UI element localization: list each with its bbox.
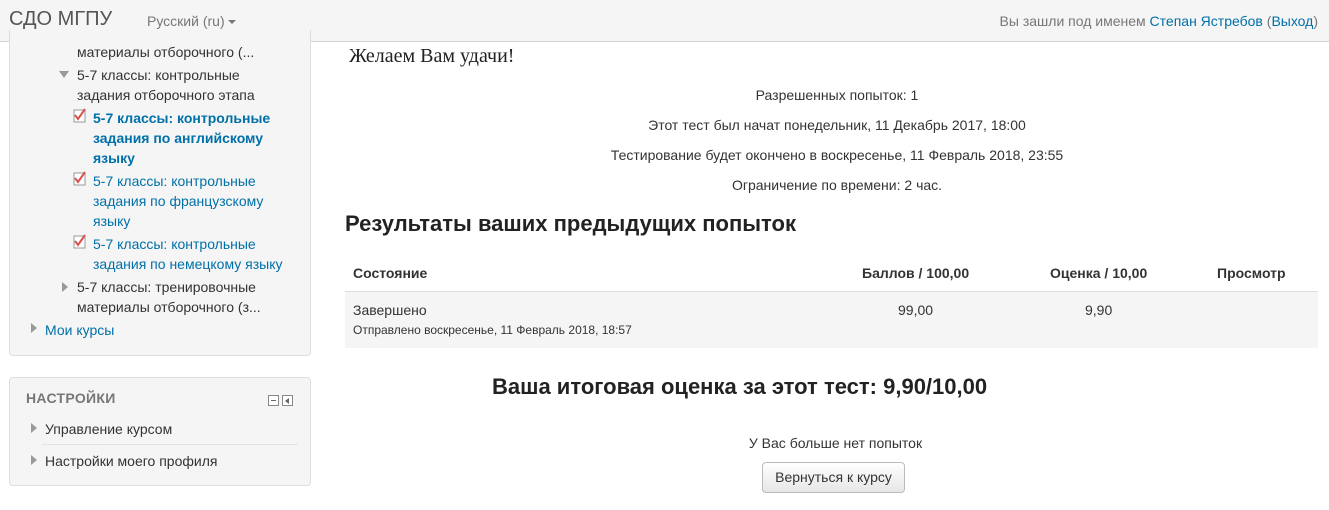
nav-quiz-french-line1: 5-7 классы: контрольные <box>93 173 256 189</box>
nav-quiz-english-line2: задания по английскому <box>93 130 264 146</box>
language-menu[interactable]: Русский (ru) <box>147 13 236 29</box>
login-info: Вы зашли под именем Степан Ястребов (Вых… <box>1000 13 1318 29</box>
nav-quiz-german-line2: задания по немецкому языку <box>93 256 283 272</box>
chevron-down-icon <box>227 20 236 25</box>
collapsed-arrow-icon[interactable] <box>31 423 37 433</box>
quiz-intro-text: Желаем Вам удачи! <box>349 45 515 67</box>
table-row: Завершено Отправлено воскресенье, 11 Фев… <box>345 292 1318 348</box>
site-brand[interactable]: СДО МГПУ <box>9 8 112 31</box>
language-label: Русский (ru) <box>147 13 225 29</box>
nav-quiz-english[interactable]: 5-7 классы: контрольные задания по англи… <box>93 108 270 168</box>
results-heading: Результаты ваших предыдущих попыток <box>345 211 796 236</box>
nav-section-training-materials[interactable]: 5-7 классы: тренировочные материалы отбо… <box>77 277 261 317</box>
quiz-open-date: Этот тест был начат понедельник, 11 Дека… <box>648 117 1026 133</box>
column-header-grade: Оценка / 10,00 <box>1050 265 1148 281</box>
quiz-icon <box>73 171 86 186</box>
block-dock-icon[interactable] <box>282 395 293 406</box>
divider <box>42 444 298 445</box>
final-grade-text: Ваша итоговая оценка за этот тест: 9,90/… <box>492 374 988 399</box>
nav-item-training-materials-partial[interactable]: материалы отборочного (... <box>77 42 254 62</box>
nav-my-courses[interactable]: Мои курсы <box>45 320 114 340</box>
nav-section-training-line2: материалы отборочного (з... <box>77 299 261 315</box>
block-minimize-icon[interactable] <box>268 395 279 406</box>
nav-quiz-french-line3: языку <box>93 213 131 229</box>
collapsed-arrow-icon[interactable] <box>31 455 37 465</box>
settings-block: НАСТРОЙКИ Управление курсом Настройки мо… <box>9 377 311 486</box>
nav-section-control-tasks[interactable]: 5-7 классы: контрольные задания отборочн… <box>77 65 255 105</box>
attempts-allowed: Разрешенных попыток: 1 <box>755 87 919 103</box>
time-limit: Ограничение по времени: 2 час. <box>731 177 943 193</box>
nav-section-training-line1: 5-7 классы: тренировочные <box>77 279 256 295</box>
nav-quiz-german-line1: 5-7 классы: контрольные <box>93 236 256 252</box>
settings-item-course-admin[interactable]: Управление курсом <box>45 419 172 439</box>
login-prefix: Вы зашли под именем <box>999 13 1146 29</box>
no-more-attempts-text: У Вас больше нет попыток <box>748 435 923 451</box>
settings-block-title: НАСТРОЙКИ <box>26 390 116 406</box>
collapsed-arrow-icon[interactable] <box>62 282 68 292</box>
collapsed-arrow-icon[interactable] <box>31 323 37 333</box>
nav-section-line1: 5-7 классы: контрольные <box>77 67 240 83</box>
logout-bracket-close: ) <box>1313 13 1318 29</box>
user-profile-link[interactable]: Степан Ястребов <box>1150 13 1263 29</box>
expanded-arrow-icon[interactable] <box>59 71 69 78</box>
column-header-review: Просмотр <box>1217 265 1286 281</box>
quiz-close-date: Тестирование будет окончено в воскресень… <box>610 147 1064 163</box>
nav-section-line2: задания отборочного этапа <box>77 87 255 103</box>
column-header-status: Состояние <box>353 265 428 281</box>
nav-quiz-english-line1: 5-7 классы: контрольные <box>93 110 271 126</box>
attempt-status: Завершено <box>353 302 427 318</box>
quiz-icon <box>73 108 86 123</box>
column-header-score: Баллов / 100,00 <box>862 265 970 281</box>
logout-link[interactable]: Выход <box>1271 13 1313 29</box>
attempt-score: 99,00 <box>898 302 934 318</box>
back-to-course-button[interactable]: Вернуться к курсу <box>762 462 905 493</box>
quiz-icon <box>73 234 86 249</box>
attempt-submitted-date: Отправлено воскресенье, 11 Февраль 2018,… <box>353 323 632 337</box>
nav-quiz-french-line2: задания по французскому <box>93 193 264 209</box>
settings-item-profile[interactable]: Настройки моего профиля <box>45 451 217 471</box>
nav-quiz-german[interactable]: 5-7 классы: контрольные задания по немец… <box>93 234 282 274</box>
nav-quiz-english-line3: языку <box>93 150 135 166</box>
attempt-grade: 9,90 <box>1085 302 1113 318</box>
nav-quiz-french[interactable]: 5-7 классы: контрольные задания по франц… <box>93 171 263 231</box>
